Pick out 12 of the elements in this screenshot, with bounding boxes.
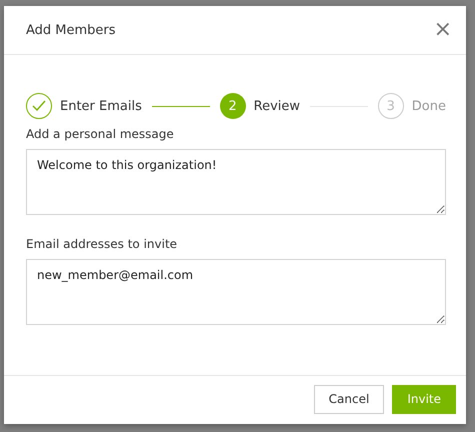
text-area[interactable]: new_member@email.com (26, 259, 446, 325)
dialog-title: Add Members (26, 22, 116, 38)
field-label: Add a personal message (26, 127, 175, 141)
step-label: Done (412, 98, 446, 114)
field-label: Email addresses to invite (26, 237, 178, 251)
close-button[interactable]: × (434, 19, 452, 41)
step-label: Review (254, 98, 300, 114)
text-area[interactable]: Welcome to this organization! (26, 149, 446, 215)
cancel-button[interactable]: Cancel (314, 384, 384, 414)
step-label: Enter Emails (60, 98, 142, 114)
step-number: 2 (220, 93, 246, 119)
step-number: 3 (378, 93, 404, 119)
